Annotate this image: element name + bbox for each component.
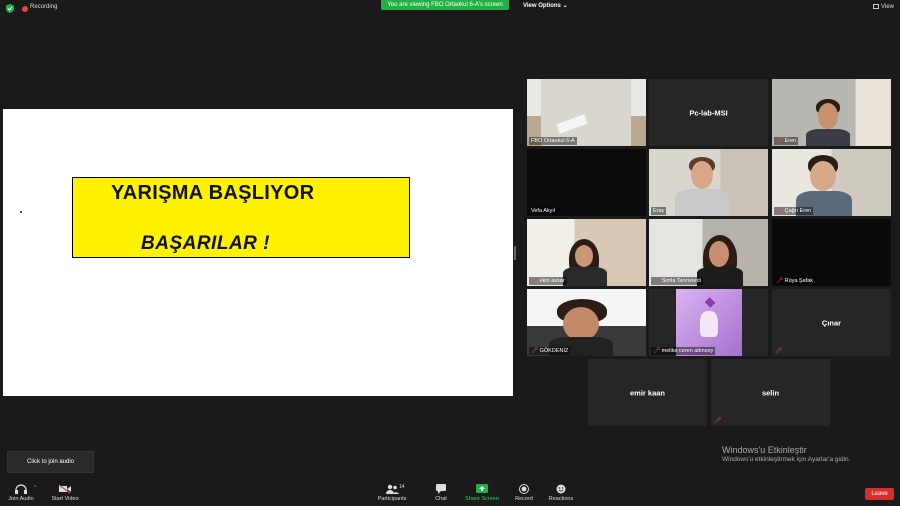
participant-tile[interactable]: emir kaan [588,359,707,426]
top-bar: Recording You are viewing FBO Ortaokul 6… [0,0,900,18]
chevron-up-icon[interactable]: ^ [34,485,36,491]
mic-muted-icon: 🎤︎ [653,278,661,284]
participant-video [527,79,646,146]
participant-name: emir kaan [629,388,666,397]
share-screen-icon [476,484,488,493]
share-screen-label: Share Screen [465,496,499,502]
participant-name: Çınar [821,318,842,327]
participants-count: 14 [399,484,405,490]
participant-name: Eray [651,207,667,215]
participant-tile[interactable]: 🎤︎GÖKDENİZ [527,289,646,356]
participant-tile[interactable]: FBO Ortaokul 6-A [527,79,646,146]
video-off-icon [58,484,71,494]
record-label: Record [515,496,533,502]
windows-activation-title: Windows'u Etkinleştir [722,445,807,455]
chat-label: Chat [435,496,447,502]
mic-muted-icon: 🎤︎ [775,348,783,354]
participant-tile[interactable]: 🎤︎Simla Tanrıverdi [649,219,768,286]
viewing-screen-banner: You are viewing FBO Ortaokul 6-A's scree… [381,0,509,10]
participants-label: Participants [377,496,407,502]
participant-name: 🎤︎Simla Tanrıverdi [651,277,703,285]
panel-splitter-handle[interactable] [514,246,516,260]
slide-title: YARIŞMA BAŞLIYOR [111,182,315,204]
share-screen-button[interactable]: Share Screen [464,478,500,502]
reactions-icon [556,484,566,494]
participant-name: 🎤︎Rüya Şafak [774,277,816,285]
chevron-down-icon: ⌄ [562,3,568,9]
leave-button[interactable]: Leave [865,488,894,500]
mic-muted-icon: 🎤︎ [653,348,661,354]
windows-activation-subtitle: Windows'u etkinleştirmek için Ayarlar'a … [722,456,851,463]
mic-muted-icon: 🎤︎ [776,278,784,284]
shared-screen: YARIŞMA BAŞLIYOR BAŞARILAR ! [3,109,513,396]
participant-tile[interactable]: 🎤︎ekin avsar [527,219,646,286]
participant-name: FBO Ortaokul 6-A [529,137,577,145]
participant-video [527,149,646,216]
participant-tile[interactable]: selin 🎤︎ [711,359,830,426]
mic-muted-icon: 🎤︎ [776,138,784,144]
reactions-label: Reactions [548,496,574,502]
participant-video [527,289,646,356]
participant-name: 🎤︎GÖKDENİZ [529,347,571,355]
start-video-button[interactable]: Start Video [49,478,81,502]
participant-name: selin [761,388,780,397]
join-audio-button[interactable]: Join Audio [6,478,36,502]
participant-video [676,289,742,356]
join-audio-popup[interactable]: Click to join audio [7,451,94,473]
participant-video [527,219,646,286]
start-video-label: Start Video [51,496,79,502]
slide-banner: YARIŞMA BAŞLIYOR BAŞARILAR ! [72,177,410,258]
chat-button[interactable]: Chat [430,478,452,502]
participants-button[interactable]: Participants [375,478,409,502]
mic-muted-icon: 🎤︎ [531,278,539,284]
view-button[interactable]: View [873,4,894,10]
participant-name: 🎤︎Çağrı Eren [774,207,814,215]
mic-muted-icon: 🎤︎ [714,418,722,424]
record-button[interactable]: Record [512,478,536,502]
participants-icon [386,484,399,494]
participant-name: 🎤︎ekin avsar [529,277,567,285]
participant-video [772,219,891,286]
participant-video [649,219,768,286]
participant-tile[interactable]: Pc-lab-MSI [649,79,768,146]
participant-video [772,79,891,146]
cursor-dot [20,211,22,213]
participant-name: 🎤︎melike ceren altınsoy [651,347,716,355]
participant-tile[interactable]: Vefa Akyıl [527,149,646,216]
meeting-toolbar: Join Audio ^ Start Video Participants 14… [0,478,900,506]
join-audio-label: Join Audio [8,496,34,502]
participant-name: Vefa Akyıl [529,207,558,215]
view-options-label: View Options [523,3,561,9]
mic-muted-icon: 🎤︎ [531,348,539,354]
participant-tile[interactable]: 🎤︎Rüya Şafak [772,219,891,286]
record-icon [519,484,529,494]
participant-tile[interactable]: Çınar 🎤︎ [772,289,891,356]
recording-dot-icon [22,6,28,12]
recording-label[interactable]: Recording [30,4,57,10]
mic-muted-icon: 🎤︎ [776,208,784,214]
participant-tile[interactable]: 🎤︎Çağrı Eren [772,149,891,216]
chat-icon [436,484,446,494]
participant-tile-active[interactable]: Eray [649,149,768,216]
participant-tile[interactable]: 🎤︎Eren [772,79,891,146]
participant-name: 🎤︎Eren [774,137,799,145]
shield-icon[interactable] [6,4,14,13]
participant-video [772,149,891,216]
slide-subtitle: BAŞARILAR ! [141,233,270,254]
grid-view-icon [873,4,879,9]
reactions-button[interactable]: Reactions [547,478,575,502]
participant-name: Pc-lab-MSI [689,108,728,117]
participant-video [649,149,768,216]
view-options-button[interactable]: View Options ⌄ [523,2,568,9]
participant-tile[interactable]: 🎤︎melike ceren altınsoy [649,289,768,356]
headphones-icon [15,484,27,494]
view-label: View [881,4,894,10]
